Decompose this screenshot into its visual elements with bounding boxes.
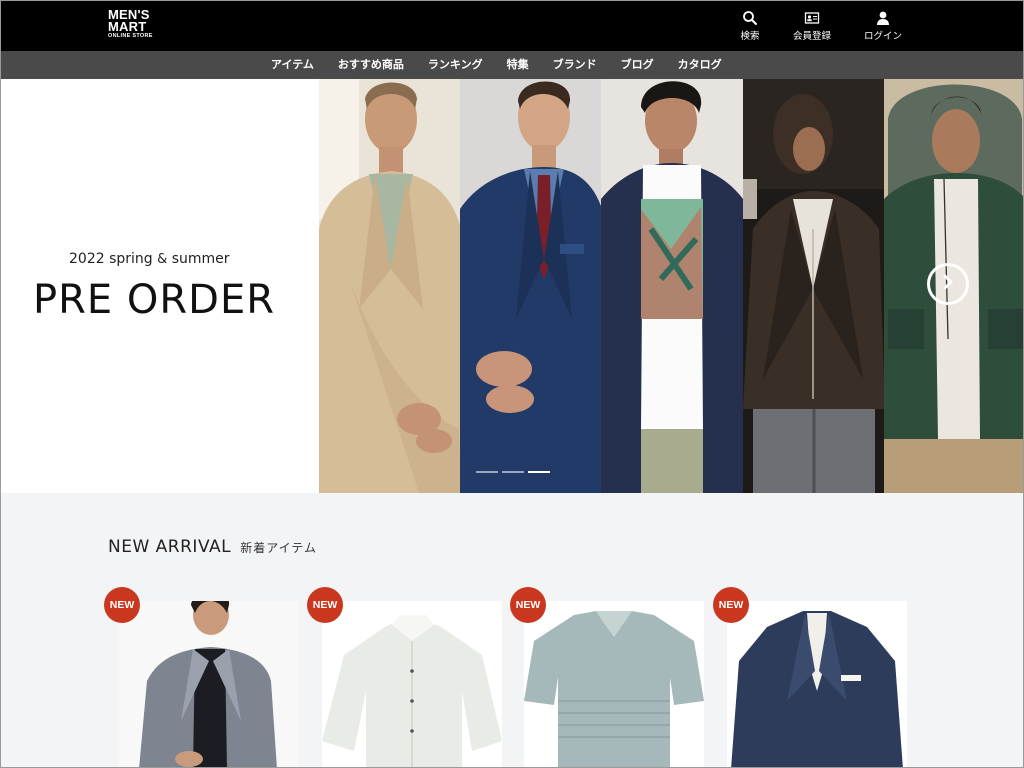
hero-banner[interactable]: 2022 spring & summer PRE ORDER — [1, 79, 1023, 493]
product-image-navy-blazer — [727, 601, 907, 767]
main-nav: アイテム おすすめ商品 ランキング 特集 ブランド ブログ カタログ — [1, 51, 1023, 79]
model-photo-print-tee — [601, 79, 743, 493]
model-photo-beige-jacket — [319, 79, 461, 493]
new-badge: NEW — [510, 587, 546, 623]
login-label: ログイン — [863, 31, 902, 42]
season-caption: 2022 spring & summer — [69, 251, 230, 267]
product-card[interactable] — [119, 601, 299, 767]
page-frame: MEN'S MART ONLINE STORE 検索 会員登録 ログイン アイテ… — [0, 0, 1024, 768]
nav-item-ranking[interactable]: ランキング — [416, 51, 495, 79]
product-image-grey-jacket — [119, 601, 299, 767]
nav-item-catalog[interactable]: カタログ — [666, 51, 734, 79]
logo-line-3: ONLINE STORE — [108, 33, 153, 39]
hero-model-panels — [319, 79, 1023, 493]
logo-line-2: MART — [108, 19, 147, 34]
login-button[interactable]: ログイン — [853, 10, 913, 42]
season-amp: & — [157, 252, 168, 267]
season-year: 2022 — [69, 251, 105, 267]
carousel-dot[interactable] — [476, 471, 498, 473]
nav-item-recommended[interactable]: おすすめ商品 — [326, 51, 416, 79]
member-card-icon — [782, 10, 842, 26]
nav-item-brands[interactable]: ブランド — [541, 51, 609, 79]
product-card[interactable] — [727, 601, 907, 767]
site-header: MEN'S MART ONLINE STORE 検索 会員登録 ログイン — [1, 1, 1023, 51]
product-image-sage-knit — [524, 601, 704, 767]
chevron-right-icon — [940, 274, 956, 294]
search-icon — [720, 10, 780, 26]
user-icon — [853, 10, 913, 26]
register-label: 会員登録 — [792, 31, 831, 42]
section-title-ja: 新着アイテム — [240, 541, 317, 555]
product-image-white-shirt — [322, 601, 502, 767]
new-badge: NEW — [104, 587, 140, 623]
hero-text-area: 2022 spring & summer PRE ORDER — [1, 79, 319, 493]
model-photo-leather-jacket — [742, 79, 884, 493]
hero-headline: PRE ORDER — [33, 277, 276, 323]
model-photo-navy-suit — [460, 79, 602, 493]
product-card[interactable] — [322, 601, 502, 767]
search-label: 検索 — [740, 31, 760, 42]
search-button[interactable]: 検索 — [720, 10, 780, 42]
carousel-dot[interactable] — [502, 471, 524, 473]
new-badge: NEW — [307, 587, 343, 623]
product-card[interactable] — [524, 601, 704, 767]
new-arrival-section: NEW ARRIVAL 新着アイテム NEW NEW NEW NEW — [1, 493, 1023, 767]
nav-item-items[interactable]: アイテム — [259, 51, 326, 79]
nav-item-features[interactable]: 特集 — [495, 51, 541, 79]
new-badge: NEW — [713, 587, 749, 623]
register-button[interactable]: 会員登録 — [782, 10, 842, 42]
nav-item-blog[interactable]: ブログ — [609, 51, 666, 79]
site-logo[interactable]: MEN'S MART ONLINE STORE — [108, 8, 153, 40]
section-title: NEW ARRIVAL 新着アイテム — [108, 537, 317, 557]
carousel-indicators — [476, 471, 550, 473]
carousel-dot-active[interactable] — [528, 471, 550, 473]
season-spring: spring — [109, 251, 153, 267]
section-title-en: NEW ARRIVAL — [108, 537, 232, 557]
carousel-next-button[interactable] — [927, 263, 969, 305]
season-summer: summer — [171, 251, 230, 267]
